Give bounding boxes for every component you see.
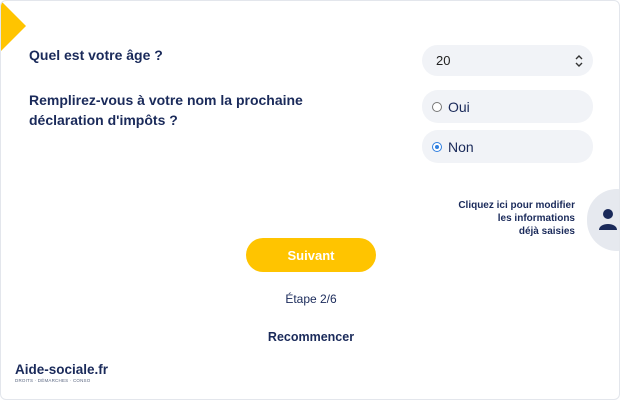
user-profile-tab[interactable] (587, 189, 619, 251)
next-button[interactable]: Suivant (246, 238, 376, 272)
restart-link[interactable]: Recommencer (1, 330, 619, 344)
option-oui[interactable]: Oui (422, 90, 593, 123)
option-non[interactable]: Non (422, 130, 593, 163)
modify-link-line-3: déjà saisies (518, 226, 575, 237)
modify-link-line-1: Cliquez ici pour modifier (458, 200, 575, 211)
modify-link-line-2: les informations (497, 213, 575, 224)
age-select-value: 20 (436, 53, 451, 68)
option-oui-label: Oui (448, 98, 470, 115)
age-select[interactable]: 20 (422, 45, 593, 76)
radio-oui[interactable] (432, 101, 442, 112)
step-indicator: Étape 2/6 (285, 292, 337, 306)
brand-tagline: DROITS · DÉMARCHES · CONSO (15, 378, 91, 383)
age-question-label: Quel est votre âge ? (29, 47, 163, 63)
corner-flag-decoration (1, 1, 26, 51)
select-arrows-icon (575, 55, 583, 67)
option-non-label: Non (448, 138, 474, 155)
brand-name: Aide-sociale.fr (15, 362, 109, 377)
modify-info-link[interactable]: Cliquez ici pour modifier les informatio… (405, 199, 575, 238)
brand-logo[interactable]: Aide-sociale.fr DROITS · DÉMARCHES · CON… (15, 362, 108, 384)
form-widget: Quel est votre âge ? 20 Remplirez-vous à… (0, 0, 620, 400)
radio-non[interactable] (432, 141, 442, 152)
user-icon (599, 209, 617, 230)
tax-question-label: Remplirez-vous à votre nom la prochaine … (29, 92, 303, 128)
